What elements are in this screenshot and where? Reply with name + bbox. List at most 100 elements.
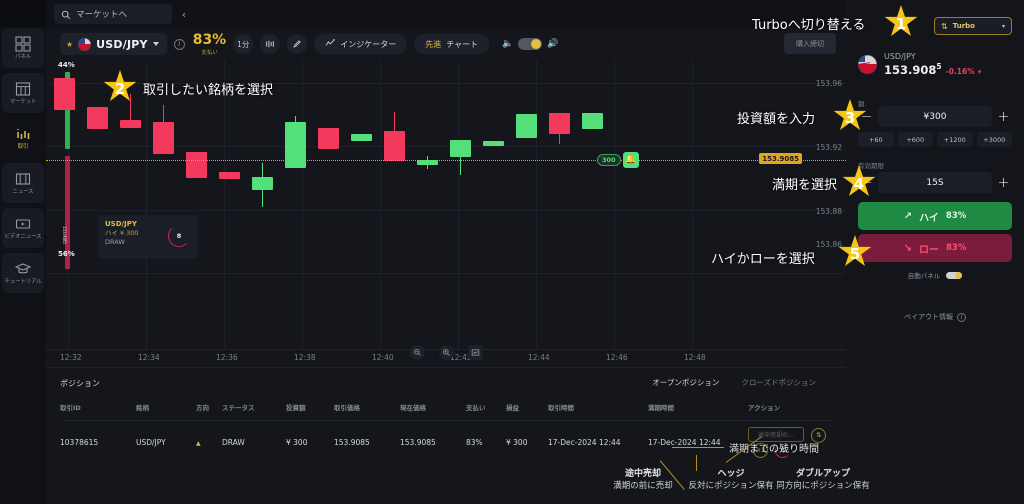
- turbo-mode-button[interactable]: ⇅ Turbo ▾: [934, 17, 1012, 35]
- video-news-icon: [15, 216, 31, 232]
- low-payout: 83%: [946, 243, 967, 253]
- annotation-timer-note: 満期までの残り時間: [729, 444, 819, 455]
- col-action: アクション: [748, 404, 781, 412]
- callout-desc: 満期の前に売却: [613, 481, 673, 491]
- col-current-price: 現在価格: [400, 404, 426, 412]
- zoom-out-icon[interactable]: [409, 345, 425, 360]
- amount-plus-button[interactable]: +: [995, 106, 1012, 127]
- selected-asset[interactable]: USD/JPY 153.9085 -0.16% ▾: [858, 52, 981, 78]
- payout-info-row[interactable]: ペイアウト情報 i: [858, 312, 1012, 322]
- annotation-callout-sell: 途中売却 満期の前に売却: [595, 466, 691, 491]
- tab-open-positions[interactable]: オープンポジション: [652, 377, 719, 388]
- info-icon[interactable]: i: [957, 312, 966, 322]
- sidebar-item-market[interactable]: マーケット: [2, 73, 44, 113]
- search-icon: [61, 5, 71, 24]
- fit-screen-icon[interactable]: [467, 345, 483, 360]
- quick-amount-button[interactable]: +600: [897, 132, 933, 147]
- trade-panel: ⇅ Turbo ▾ USD/JPY 153.9085 -0.16% ▾ 額 − …: [846, 0, 1024, 504]
- col-invest: 投資額: [286, 404, 306, 412]
- expiry-stepper: − 15S +: [858, 172, 1012, 193]
- indicators-button[interactable]: インジケーター: [314, 34, 408, 54]
- sidebar-item-panel[interactable]: パネル: [2, 28, 44, 68]
- cell-current-price: 153.9085: [400, 420, 466, 464]
- sidebar-item-tutorial[interactable]: チュートリアル: [2, 253, 44, 293]
- expiry-plus-button[interactable]: +: [995, 172, 1012, 193]
- annotation-text-1: Turboへ切り替える: [752, 18, 866, 33]
- tab-closed-positions[interactable]: クローズドポジション: [741, 377, 816, 388]
- price-chart[interactable]: 44% 56% 153.9085 153.9085 300 🔔 USD/JPY …: [46, 60, 846, 367]
- search-input[interactable]: マーケットへ: [54, 4, 172, 24]
- sidebar-item-label: パネル: [15, 53, 31, 60]
- col-symbol: 銘柄: [136, 404, 149, 412]
- arrow-down-right-icon: ↘: [903, 242, 913, 254]
- high-payout: 83%: [945, 211, 967, 221]
- table-row[interactable]: 10378615 USD/JPY ▲ DRAW ¥ 300 153.9085 1…: [60, 420, 836, 464]
- volume-high-icon[interactable]: 🔊: [547, 39, 558, 49]
- sidebar-item-label: マーケット: [9, 98, 37, 105]
- positions-tabs: オープンポジション クローズドポジション: [652, 377, 816, 388]
- pencil-icon[interactable]: [287, 34, 308, 54]
- sidebar-item-video-news[interactable]: ビデオニュース: [2, 208, 44, 248]
- positions-table: 取引ID 銘柄 方向 ステータス 投資額 取引価格 現在価格 支払い 損益 取引…: [60, 398, 836, 464]
- tooltip-countdown-ring: 8: [168, 225, 190, 247]
- symbol-label: USD/JPY: [96, 37, 148, 51]
- info-icon[interactable]: i: [173, 38, 185, 50]
- sidebar-item-trade[interactable]: 取引: [2, 118, 44, 158]
- callout-desc: 同方向にポジション保有: [776, 481, 870, 491]
- cell-pnl: ¥ 300: [506, 420, 548, 464]
- cell-invest: ¥ 300: [286, 420, 334, 464]
- callout-title: 途中売却: [624, 469, 661, 479]
- cell-trade-time: 17-Dec-2024 12:44: [548, 420, 648, 464]
- turbo-label: Turbo: [952, 22, 975, 30]
- zoom-in-icon[interactable]: [438, 345, 454, 360]
- annotation-callout-double: ダブルアップ 同方向にポジション保有: [768, 466, 878, 491]
- search-value: マーケットへ: [76, 10, 128, 20]
- buy-cutoff-button[interactable]: 購入締切: [784, 33, 836, 54]
- usd-flag-icon: [78, 37, 92, 51]
- amount-value[interactable]: ¥300: [878, 106, 992, 127]
- quick-amount-button[interactable]: +1200: [937, 132, 973, 147]
- sidebar-item-label: ニュース: [12, 188, 34, 195]
- advanced-chart-button[interactable]: 先進 チャート: [414, 34, 490, 54]
- volume-low-icon[interactable]: 🔈: [502, 39, 513, 49]
- bell-icon[interactable]: 🔔: [623, 152, 639, 168]
- swap-arrows-icon: ⇅: [941, 21, 948, 31]
- annotation-text-3: 投資額を入力: [737, 112, 816, 127]
- high-label: ハイ: [919, 212, 939, 224]
- quick-amount-button[interactable]: +3000: [976, 132, 1012, 147]
- payout-info-label: ペイアウト情報: [904, 313, 953, 321]
- chart-zoom-controls: [46, 345, 846, 360]
- star-icon[interactable]: ★: [66, 40, 73, 49]
- left-nav-rail: パネル マーケット 取引 ニュース ビデオニュース チュートリアル: [0, 0, 46, 504]
- back-chevron-icon[interactable]: ‹: [176, 5, 192, 23]
- col-pnl: 損益: [506, 404, 519, 412]
- annotation-leader-timer: [672, 447, 724, 448]
- sidebar-item-news[interactable]: ニュース: [2, 163, 44, 203]
- high-button[interactable]: ↗ ハイ 83%: [858, 202, 1012, 230]
- callout-title: ヘッジ: [717, 469, 745, 479]
- low-label: ロー: [919, 244, 940, 256]
- callout-desc: 反対にポジション保有: [688, 481, 774, 491]
- auto-panel-toggle[interactable]: [946, 271, 963, 279]
- sound-toggle[interactable]: [518, 38, 543, 50]
- cell-id: 10378615: [60, 420, 136, 464]
- y-tick: 153.96: [815, 79, 842, 88]
- panel-icon: [15, 36, 31, 52]
- symbol-selector[interactable]: ★ USD/JPY: [60, 33, 167, 55]
- bars-icon[interactable]: [260, 34, 281, 54]
- price-axis: 153.96 153.92 153.88 153.86: [788, 60, 846, 367]
- col-id: 取引ID: [60, 404, 81, 412]
- quick-amount-button[interactable]: +60: [858, 132, 894, 147]
- low-button[interactable]: ↘ ロー 83%: [858, 234, 1012, 262]
- expiry-value[interactable]: 15S: [878, 172, 992, 193]
- col-trade-time: 取引時間: [548, 404, 574, 412]
- news-icon: [15, 171, 31, 187]
- annotation-text-4: 満期を選択: [772, 178, 838, 193]
- auto-panel-toggle-row: 自動パネル: [858, 270, 1012, 280]
- auto-panel-label: 自動パネル: [907, 272, 941, 280]
- sentiment-up-label: 44%: [58, 61, 75, 69]
- sidebar-item-label: チュートリアル: [4, 278, 42, 285]
- timeframe-button[interactable]: 1分: [233, 34, 254, 54]
- col-expiry-time: 満期時間: [648, 404, 674, 412]
- amount-minus-button[interactable]: −: [858, 106, 875, 127]
